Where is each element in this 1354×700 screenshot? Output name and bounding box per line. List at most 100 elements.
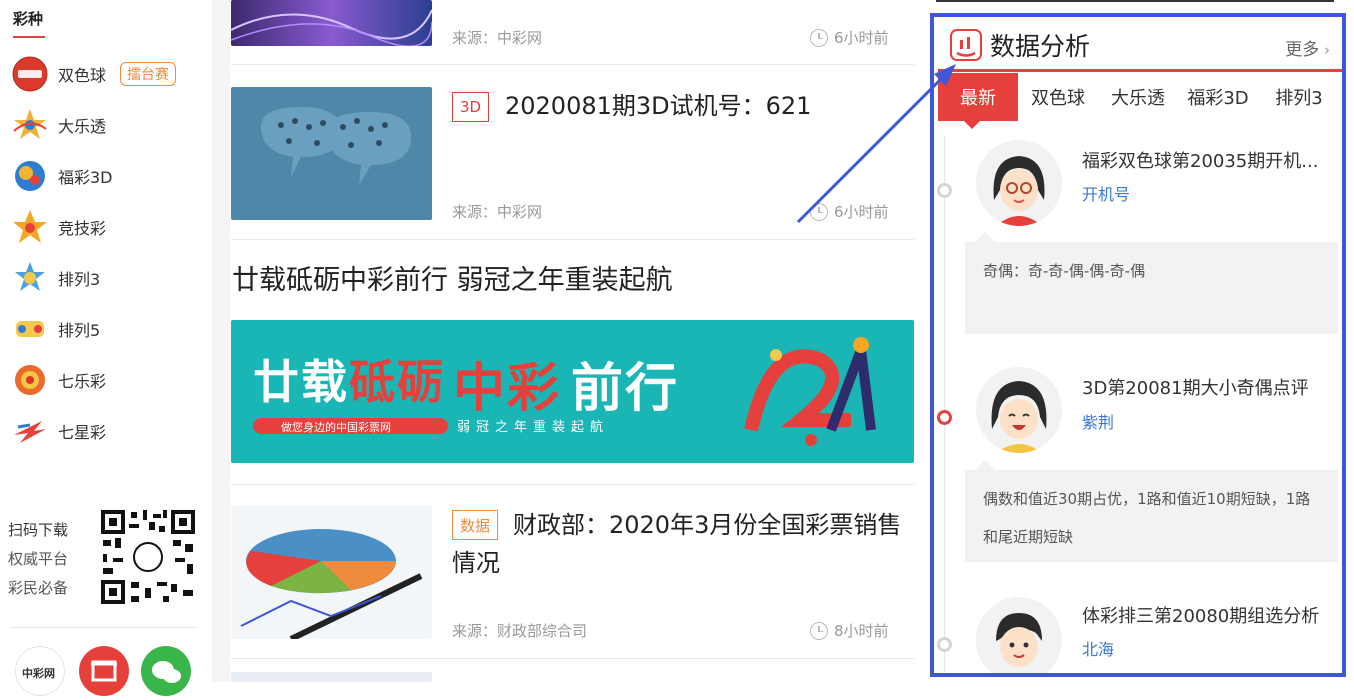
timeline-dot <box>937 637 952 652</box>
article-title-line1[interactable]: 财政部：2020年3月份全国彩票销售 <box>513 506 901 544</box>
timeline-line <box>944 137 945 673</box>
article-thumbnail[interactable] <box>231 87 432 220</box>
pl5-icon <box>12 311 48 347</box>
sidebar-item-qlc[interactable]: 七乐彩 <box>12 360 202 400</box>
tab-latest[interactable]: 最新 <box>938 73 1018 121</box>
post-author[interactable]: 开机号 <box>1082 181 1130 205</box>
sidebar-item-dlt[interactable]: 大乐透 <box>12 105 202 145</box>
timeline-dot <box>937 183 952 198</box>
banner-text-2: 砥砺 <box>349 355 445 409</box>
article-thumbnail[interactable] <box>231 506 432 639</box>
sidebar-item-ssq[interactable]: 双色球 擂台赛 <box>12 54 202 94</box>
store-icon[interactable] <box>79 646 129 696</box>
divider <box>231 239 914 240</box>
more-link[interactable]: 更多 › <box>1285 35 1330 60</box>
qr-caption-players: 彩民必备 <box>8 579 69 597</box>
clock-icon <box>810 202 828 221</box>
banner-subtitle: 弱冠之年重装起航 <box>457 420 610 435</box>
chevron-right-icon: › <box>1319 41 1330 59</box>
divider <box>231 484 914 485</box>
wechat-icon[interactable] <box>141 646 191 696</box>
sidebar-item-label: 七星彩 <box>58 423 107 442</box>
dlt-star-icon <box>12 107 48 143</box>
post-author[interactable]: 紫荆 <box>1082 409 1114 433</box>
article-title[interactable]: 2020081期3D试机号：621 <box>505 87 811 125</box>
feature-banner[interactable]: 廿载 砥砺 中彩 前行 做您身边的中国彩票网 弱冠之年重装起航 <box>231 320 914 463</box>
pl3-icon <box>12 260 48 296</box>
sidebar-divider <box>10 627 196 628</box>
qr-caption-download: 扫码下载 <box>8 521 69 539</box>
more-link-text: 更多 <box>1285 40 1320 60</box>
sidebar-item-label: 排列3 <box>58 270 101 289</box>
sidebar-item-pl5[interactable]: 排列5 <box>12 309 202 349</box>
article-source: 来源：中彩网 <box>452 29 543 47</box>
clock-icon <box>810 621 828 640</box>
qr-code-image <box>99 508 197 606</box>
banner-text-4: 前行 <box>571 359 680 419</box>
author-avatar[interactable] <box>976 597 1062 673</box>
tab-pl3[interactable]: 排列3 <box>1264 73 1334 121</box>
sidebar-item-label: 七乐彩 <box>58 372 107 391</box>
sidebar-item-fc3d[interactable]: 福彩3D <box>12 156 202 196</box>
lottery-sidebar: 彩种 双色球 擂台赛 大乐透 福彩3D 竞技彩 排列3 排列5 七乐彩 七星彩 … <box>0 0 212 696</box>
arena-badge[interactable]: 擂台赛 <box>120 62 177 86</box>
tag-3d-badge: 3D <box>452 92 490 122</box>
sidebar-title: 彩种 <box>13 10 44 28</box>
sidebar-item-qxc[interactable]: 七星彩 <box>12 411 202 451</box>
tab-fc3d[interactable]: 福彩3D <box>1180 73 1256 121</box>
sidebar-title-underline <box>13 36 45 38</box>
banner-text-3: 中彩 <box>453 359 562 419</box>
ssq-ball-icon <box>12 56 48 92</box>
article-time-text: 6小时前 <box>834 203 889 221</box>
zhongcai-logo-icon[interactable]: 中彩网 <box>15 646 65 696</box>
banner-slogan: 做您身边的中国彩票网 <box>281 421 391 434</box>
post-author[interactable]: 北海 <box>1082 636 1114 660</box>
article-source: 来源：中彩网 <box>452 203 543 221</box>
sidebar-item-pl3[interactable]: 排列3 <box>12 258 202 298</box>
sidebar-item-jjc[interactable]: 竞技彩 <box>12 207 202 247</box>
sidebar-item-label: 福彩3D <box>58 168 113 187</box>
author-avatar[interactable] <box>976 140 1062 226</box>
article-time: 6小时前 <box>810 27 889 48</box>
panel-title: 数据分析 <box>990 32 1091 61</box>
active-tab-arrow <box>964 121 980 129</box>
divider <box>231 64 914 65</box>
post-summary: 偶数和值近30期占优，1路和值近10期短缺，1路和尾近期短缺 <box>965 460 1338 562</box>
tab-ssq[interactable]: 双色球 <box>1022 73 1094 121</box>
sidebar-separator <box>212 0 230 682</box>
feature-headline[interactable]: 廿载砥砺中彩前行 弱冠之年重装起航 <box>232 262 673 300</box>
jjc-star-icon <box>12 209 48 245</box>
article-time: 8小时前 <box>810 620 889 641</box>
sidebar-item-label: 大乐透 <box>58 117 107 136</box>
post-title[interactable]: 3D第20081期大小奇偶点评 <box>1082 374 1332 400</box>
sidebar-item-label: 竞技彩 <box>58 219 107 238</box>
fc3d-icon <box>12 158 48 194</box>
sidebar-item-label: 双色球 <box>58 66 107 85</box>
article-time-text: 8小时前 <box>834 622 889 640</box>
article-time-text: 6小时前 <box>834 29 889 47</box>
article-time: 6小时前 <box>810 201 889 222</box>
qlc-icon <box>12 362 48 398</box>
article-thumbnail[interactable] <box>231 672 432 682</box>
top-edge-bar <box>936 0 1334 2</box>
banner-text-1: 廿载 <box>253 355 349 409</box>
divider <box>231 658 914 659</box>
sidebar-item-label: 排列5 <box>58 321 101 340</box>
qr-caption-authority: 权威平台 <box>8 550 69 568</box>
article-title-line2[interactable]: 情况 <box>452 544 500 582</box>
post-summary: 奇偶：奇-奇-偶-偶-奇-偶 <box>965 232 1338 334</box>
chart-bars-icon <box>950 29 982 61</box>
zhongcai-logo-text: 中彩网 <box>22 667 55 680</box>
article-thumbnail[interactable] <box>231 0 432 46</box>
panel-title-underline <box>938 69 1342 72</box>
post-title[interactable]: 体彩排三第20080期组选分析 <box>1082 602 1332 628</box>
tag-data-badge: 数据 <box>452 510 499 540</box>
post-title[interactable]: 福彩双色球第20035期开机... <box>1082 147 1332 173</box>
data-analysis-panel: 数据分析 更多 › 最新 双色球 大乐透 福彩3D 排列3 福彩双色球第2003… <box>930 13 1346 677</box>
article-source: 来源：财政部综合司 <box>452 622 588 640</box>
tab-dlt[interactable]: 大乐透 <box>1102 73 1174 121</box>
timeline-dot-active <box>937 410 952 425</box>
clock-icon <box>810 28 828 47</box>
qxc-icon <box>12 413 48 449</box>
author-avatar[interactable] <box>976 367 1062 453</box>
